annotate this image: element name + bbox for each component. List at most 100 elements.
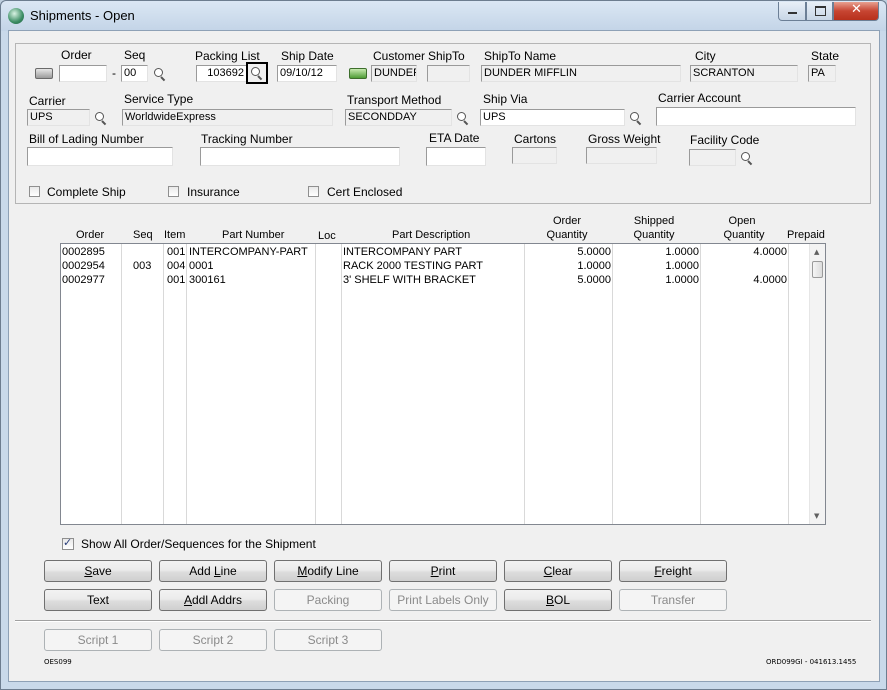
text-button[interactable]: Text xyxy=(44,589,152,611)
packing-button[interactable]: Packing xyxy=(274,589,382,611)
col-header-order-qty-line1[interactable]: Order xyxy=(549,214,585,228)
facility-code-field[interactable] xyxy=(689,149,736,166)
ship-via-search-icon[interactable] xyxy=(629,111,643,125)
cell-item[interactable]: 001 xyxy=(167,245,185,259)
modify-line-button[interactable]: Modify Line xyxy=(274,560,382,582)
city-field: SCRANTON xyxy=(690,65,798,82)
addl-addrs-button-hotkey: A xyxy=(183,593,192,607)
packing-list-search-button[interactable] xyxy=(246,62,268,84)
facility-code-search-icon[interactable] xyxy=(740,151,754,165)
cell-part-number[interactable]: 300161 xyxy=(189,273,226,287)
cell-description[interactable]: INTERCOMPANY PART xyxy=(343,245,462,259)
ship-date-field[interactable]: 09/10/12 xyxy=(277,65,337,82)
bol-number-field[interactable] xyxy=(27,147,173,166)
order-field[interactable] xyxy=(59,65,107,82)
freight-button[interactable]: Freight xyxy=(619,560,727,582)
seq-field[interactable]: 00 xyxy=(121,65,148,82)
script-2-button[interactable]: Script 2 xyxy=(159,629,267,651)
title-bar[interactable]: Shipments - Open ✕ xyxy=(1,1,886,31)
add-line-button-text: Add xyxy=(189,564,214,578)
save-button[interactable]: Save xyxy=(44,560,152,582)
cell-shipped-qty[interactable]: 1.0000 xyxy=(614,245,699,259)
ship-date-label: Ship Date xyxy=(281,49,334,63)
cell-item[interactable]: 004 xyxy=(167,259,185,273)
carrier-search-icon[interactable] xyxy=(94,111,108,125)
cell-order-qty[interactable]: 5.0000 xyxy=(526,273,611,287)
customer-link-icon[interactable] xyxy=(349,68,367,79)
addl-addrs-button-text-rest: ddl Addrs xyxy=(191,593,243,607)
col-header-order[interactable]: Order xyxy=(76,228,104,242)
cell-order[interactable]: 0002977 xyxy=(62,273,105,287)
scroll-down-icon[interactable]: ▼ xyxy=(814,512,819,520)
add-line-button[interactable]: Add Line xyxy=(159,560,267,582)
col-header-order-qty-line2[interactable]: Quantity xyxy=(545,228,589,242)
close-button[interactable]: ✕ xyxy=(833,2,879,21)
packing-list-label: Packing List xyxy=(195,49,260,63)
packing-list-field[interactable]: 103692 xyxy=(196,65,247,82)
show-all-checkbox[interactable] xyxy=(62,536,74,550)
add-line-button-hotkey: L xyxy=(213,564,221,578)
col-header-part-number[interactable]: Part Number xyxy=(222,228,284,242)
cell-shipped-qty[interactable]: 1.0000 xyxy=(614,273,699,287)
cell-open-qty[interactable]: 4.0000 xyxy=(702,273,787,287)
text-button-text: Text xyxy=(86,593,109,607)
scroll-thumb[interactable] xyxy=(812,261,823,278)
cell-order-qty[interactable]: 1.0000 xyxy=(526,259,611,273)
eta-date-label: ETA Date xyxy=(429,131,480,145)
grid-column-divider xyxy=(163,244,164,524)
service-type-field[interactable]: WorldwideExpress xyxy=(122,109,333,126)
clear-button[interactable]: Clear xyxy=(504,560,612,582)
col-header-prepaid[interactable]: Prepaid xyxy=(787,228,825,242)
shipto-label: ShipTo xyxy=(428,49,465,63)
transport-method-field[interactable]: SECONDDAY xyxy=(345,109,452,126)
print-labels-only-button[interactable]: Print Labels Only xyxy=(389,589,497,611)
addl-addrs-button[interactable]: Addl Addrs xyxy=(159,589,267,611)
cell-description[interactable]: RACK 2000 TESTING PART xyxy=(343,259,483,273)
col-header-open-qty-line1[interactable]: Open xyxy=(727,214,757,228)
grid-column-divider xyxy=(524,244,525,524)
customer-field: DUNDER xyxy=(371,65,417,82)
link-icon[interactable] xyxy=(35,68,53,79)
carrier-field[interactable]: UPS xyxy=(27,109,90,126)
col-header-item[interactable]: Item xyxy=(164,228,185,242)
minimize-icon xyxy=(788,12,797,14)
grid-column-divider xyxy=(186,244,187,524)
cert-enclosed-checkbox[interactable] xyxy=(308,186,319,197)
ship-via-field[interactable]: UPS xyxy=(480,109,625,126)
maximize-icon xyxy=(815,6,826,16)
tracking-number-field[interactable] xyxy=(200,147,400,166)
col-header-shipped-qty-line2[interactable]: Quantity xyxy=(632,228,676,242)
grid-vertical-scrollbar[interactable]: ▲ ▼ xyxy=(809,244,825,524)
transfer-button[interactable]: Transfer xyxy=(619,589,727,611)
complete-ship-checkbox[interactable] xyxy=(29,186,40,197)
script-1-button[interactable]: Script 1 xyxy=(44,629,152,651)
cell-order[interactable]: 0002895 xyxy=(62,245,105,259)
grid-column-divider xyxy=(121,244,122,524)
minimize-button[interactable] xyxy=(778,2,806,21)
cell-seq[interactable]: 003 xyxy=(133,259,151,273)
cell-item[interactable]: 001 xyxy=(167,273,185,287)
insurance-checkbox[interactable] xyxy=(168,186,179,197)
cell-order-qty[interactable]: 5.0000 xyxy=(526,245,611,259)
scroll-up-icon[interactable]: ▲ xyxy=(814,248,819,256)
seq-dash: - xyxy=(112,66,116,80)
maximize-button[interactable] xyxy=(806,2,833,21)
cell-order[interactable]: 0002954 xyxy=(62,259,105,273)
script-3-button[interactable]: Script 3 xyxy=(274,629,382,651)
cell-shipped-qty[interactable]: 1.0000 xyxy=(614,259,699,273)
bol-button[interactable]: BOL xyxy=(504,589,612,611)
col-header-shipped-qty-line1[interactable]: Shipped xyxy=(631,214,677,228)
cell-part-number[interactable]: 0001 xyxy=(189,259,213,273)
cell-part-number[interactable]: INTERCOMPANY-PART xyxy=(189,245,308,259)
col-header-loc[interactable]: Loc xyxy=(318,229,336,243)
seq-search-icon[interactable] xyxy=(153,67,167,81)
eta-date-field[interactable] xyxy=(426,147,486,166)
carrier-account-field[interactable] xyxy=(656,107,856,126)
cell-open-qty[interactable]: 4.0000 xyxy=(702,245,787,259)
transport-method-search-icon[interactable] xyxy=(456,111,470,125)
col-header-open-qty-line2[interactable]: Quantity xyxy=(722,228,766,242)
print-button[interactable]: Print xyxy=(389,560,497,582)
col-header-part-description[interactable]: Part Description xyxy=(392,228,470,242)
col-header-seq[interactable]: Seq xyxy=(133,228,153,242)
cell-description[interactable]: 3' SHELF WITH BRACKET xyxy=(343,273,476,287)
